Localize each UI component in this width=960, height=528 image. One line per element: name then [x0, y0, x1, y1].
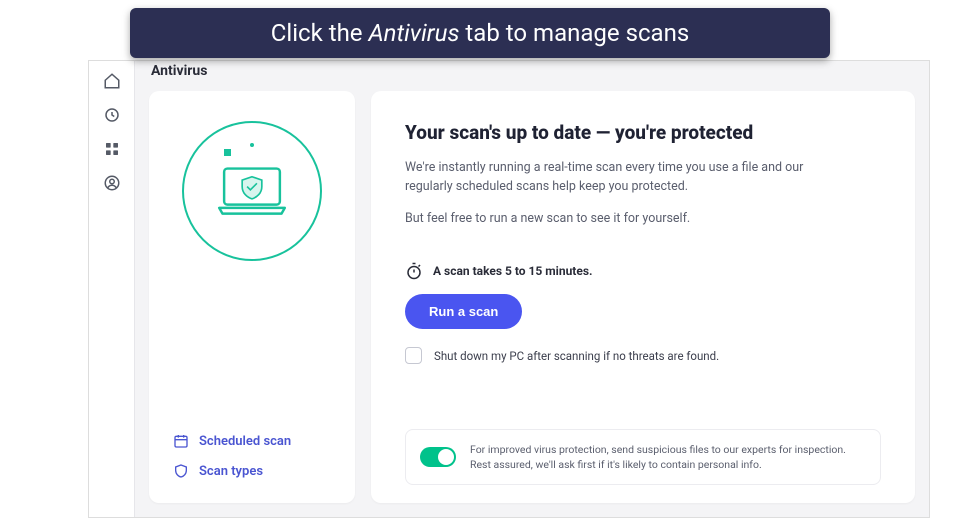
scan-illustration [182, 121, 322, 261]
app-window: Antivirus Scheduled [88, 60, 930, 518]
sidebar [89, 61, 135, 517]
decor-square [224, 149, 231, 156]
decor-dot [250, 143, 254, 147]
apps-icon[interactable] [102, 139, 122, 159]
banner-prefix: Click the [271, 19, 369, 47]
laptop-shield-icon [211, 162, 293, 219]
banner-emphasis: Antivirus [368, 19, 459, 47]
home-icon[interactable] [102, 71, 122, 91]
privacy-icon[interactable] [102, 173, 122, 193]
panels: Scheduled scan Scan types Your scan's up… [149, 91, 915, 503]
run-scan-button[interactable]: Run a scan [405, 294, 522, 329]
scan-types-label: Scan types [199, 464, 263, 479]
shutdown-option-row: Shut down my PC after scanning if no thr… [405, 347, 881, 364]
scan-nav-icon[interactable] [102, 105, 122, 125]
main-card: Your scan's up to date — you're protecte… [371, 91, 915, 503]
headline: Your scan's up to date — you're protecte… [405, 121, 881, 144]
left-links: Scheduled scan Scan types [173, 409, 331, 479]
calendar-icon [173, 433, 189, 449]
page-title: Antivirus [149, 61, 915, 87]
scheduled-scan-link[interactable]: Scheduled scan [173, 433, 331, 449]
shield-icon [173, 463, 189, 479]
scan-time-row: A scan takes 5 to 15 minutes. [405, 262, 881, 280]
illustration-card: Scheduled scan Scan types [149, 91, 355, 503]
send-files-text: For improved virus protection, send susp… [470, 442, 866, 472]
content-area: Antivirus Scheduled [135, 61, 929, 517]
instruction-banner: Click the Antivirus tab to manage scans [130, 8, 830, 58]
scan-time-text: A scan takes 5 to 15 minutes. [433, 264, 592, 278]
description-2: But feel free to run a new scan to see i… [405, 209, 835, 228]
scan-types-link[interactable]: Scan types [173, 463, 331, 479]
shutdown-label: Shut down my PC after scanning if no thr… [434, 349, 719, 363]
banner-suffix: tab to manage scans [459, 19, 689, 47]
scheduled-scan-label: Scheduled scan [199, 434, 291, 449]
shutdown-checkbox[interactable] [405, 347, 422, 364]
description-1: We're instantly running a real-time scan… [405, 158, 835, 197]
send-files-toggle[interactable] [420, 447, 456, 467]
suspicious-files-box: For improved virus protection, send susp… [405, 429, 881, 485]
stopwatch-icon [405, 262, 423, 280]
